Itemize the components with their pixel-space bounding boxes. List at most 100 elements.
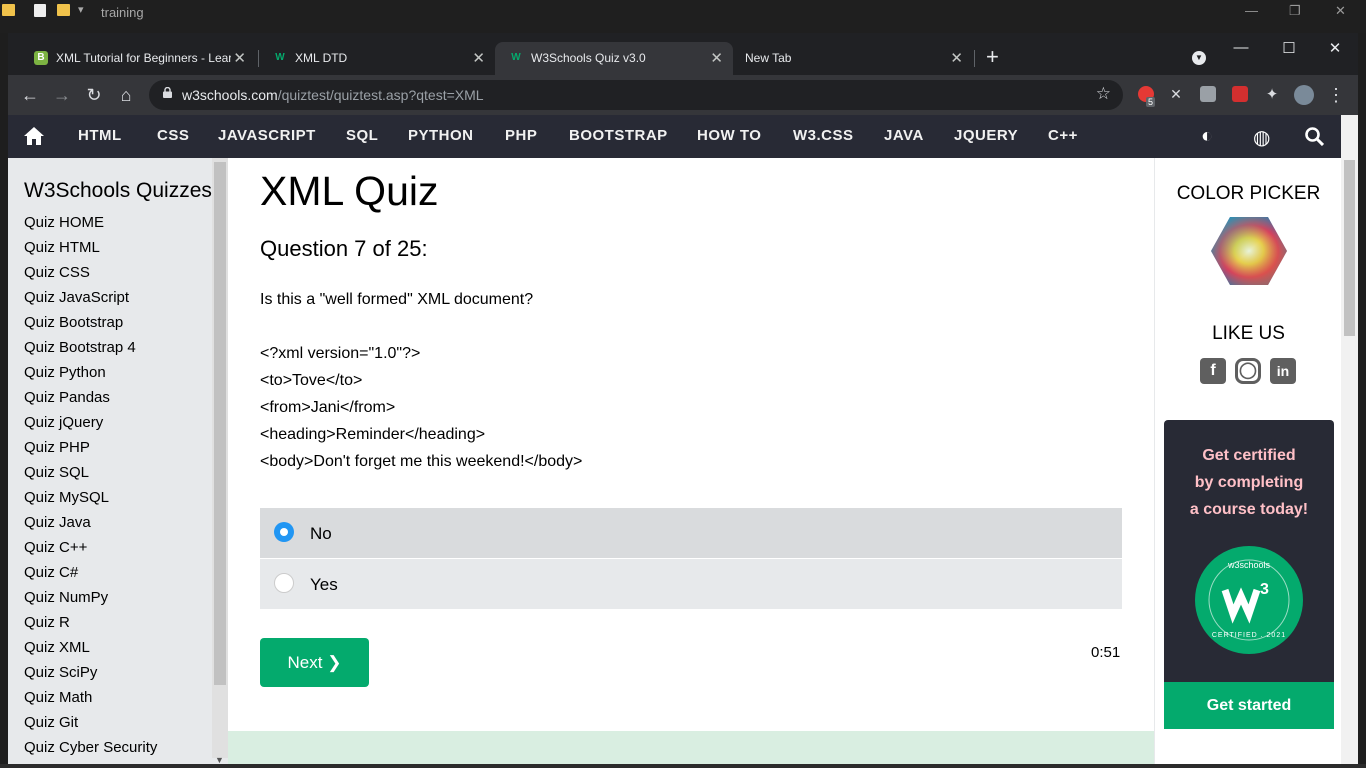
sidebar-item-quiz-css[interactable]: Quiz CSS [24,264,90,281]
nav-w3css[interactable]: W3.CSS [793,127,854,144]
globe-icon[interactable]: ◍ [1253,125,1270,150]
sidebar-item-quiz-bootstrap[interactable]: Quiz Bootstrap [24,314,123,331]
video-extension-icon[interactable] [1232,86,1248,102]
address-bar[interactable]: w3schools.com/quiztest/quiztest.asp?qtes… [149,80,1123,110]
next-button[interactable]: Next ❯ [260,638,369,687]
nav-python[interactable]: PYTHON [408,127,474,144]
sidebar-item-quiz-html[interactable]: Quiz HTML [24,239,100,256]
tab-label: New Tab [745,51,792,65]
extensions-puzzle-icon[interactable]: ✦ [1260,83,1284,107]
forward-icon[interactable]: → [50,83,74,107]
sidebar-item-quiz-home[interactable]: Quiz HOME [24,214,104,231]
sidebar-item-quiz-xml[interactable]: Quiz XML [24,639,90,656]
linkedin-icon[interactable]: in [1270,358,1296,384]
browser-toolbar: ← → ↻ ⌂ w3schools.com/quiztest/quiztest.… [8,75,1358,115]
nav-javascript[interactable]: JAVASCRIPT [218,127,316,144]
window-title: training [101,5,144,20]
instagram-icon[interactable]: ◯ [1235,358,1261,384]
menu-icon[interactable]: ⋮ [1324,83,1348,107]
sidebar-item-quiz-python[interactable]: Quiz Python [24,364,106,381]
extension-icon[interactable] [1200,86,1216,102]
sidebar-item-quiz-scipy[interactable]: Quiz SciPy [24,664,97,681]
reload-icon[interactable]: ↻ [82,83,106,107]
sidebar-item-quiz-php[interactable]: Quiz PHP [24,439,90,456]
home-icon[interactable] [24,127,44,145]
close-tab-icon[interactable]: ✕ [472,49,485,67]
sidebar-item-quiz-cpp[interactable]: Quiz C++ [24,539,87,556]
close-window-icon[interactable]: ✕ [1320,39,1350,57]
sidebar-item-quiz-jquery[interactable]: Quiz jQuery [24,414,103,431]
facebook-icon[interactable]: f [1200,358,1226,384]
radio-button[interactable] [274,573,294,593]
nav-sql[interactable]: SQL [346,127,378,144]
search-icon[interactable] [1305,127,1324,146]
dark-mode-icon[interactable]: ◐ [1201,125,1213,148]
nav-css[interactable]: CSS [157,127,189,144]
get-started-button[interactable]: Get started [1164,682,1334,729]
sidebar-scrollbar-thumb[interactable] [214,162,226,685]
minimize-icon[interactable]: — [1226,39,1256,56]
maximize-icon[interactable]: ☐ [1274,39,1304,57]
sidebar-item-quiz-csharp[interactable]: Quiz C# [24,564,78,581]
restore-icon[interactable]: ❐ [1289,3,1301,19]
nav-bootstrap[interactable]: BOOTSTRAP [569,127,668,144]
folder-icon [2,4,15,16]
quick-access-dropdown-icon[interactable]: ▾ [78,3,84,16]
sidebar-item-quiz-r[interactable]: Quiz R [24,614,70,631]
sidebar-item-quiz-sql[interactable]: Quiz SQL [24,464,89,481]
tab-xml-tutorial[interactable]: B XML Tutorial for Beginners - Lear ✕ [20,42,256,75]
tab-search-icon[interactable]: ▼ [1192,51,1206,65]
nav-html[interactable]: HTML [78,127,122,144]
home-icon[interactable]: ⌂ [114,83,138,107]
nav-java[interactable]: JAVA [884,127,924,144]
sidebar-item-quiz-javascript[interactable]: Quiz JavaScript [24,289,129,306]
w3-topnav: HTML CSS JAVASCRIPT SQL PYTHON PHP BOOTS… [8,115,1341,158]
nav-php[interactable]: PHP [505,127,537,144]
sidebar-item-quiz-mysql[interactable]: Quiz MySQL [24,489,109,506]
url-text[interactable]: w3schools.com/quiztest/quiztest.asp?qtes… [182,87,484,103]
answer-option-no[interactable]: No [260,508,1122,558]
back-icon[interactable]: ← [18,83,42,107]
sidebar-item-quiz-git[interactable]: Quiz Git [24,714,78,731]
new-folder-icon[interactable] [57,4,70,16]
new-tab-button[interactable]: + [986,44,999,70]
color-picker-icon[interactable] [1210,216,1288,286]
lock-icon[interactable] [163,87,172,98]
tab-favicon: W [275,52,285,63]
sidebar-title: W3Schools Quizzes [24,179,212,202]
tab-label: W3Schools Quiz v3.0 [531,51,646,65]
sidebar-scrollbar[interactable]: ▼ [212,158,228,765]
tab-w3schools-quiz[interactable]: W W3Schools Quiz v3.0 ✕ [495,42,733,75]
sidebar-item-quiz-java[interactable]: Quiz Java [24,514,91,531]
tab-xml-dtd[interactable]: W XML DTD ✕ [259,42,495,75]
radio-button-selected[interactable] [274,522,294,542]
sidebar-item-quiz-bootstrap4[interactable]: Quiz Bootstrap 4 [24,339,136,356]
nav-jquery[interactable]: JQUERY [954,127,1018,144]
footer-banner [228,731,1154,768]
color-picker-heading: COLOR PICKER [1176,183,1321,204]
bookmark-star-icon[interactable]: ☆ [1096,84,1111,104]
nav-cpp[interactable]: C++ [1048,127,1078,144]
extension-badge: 5 [1146,97,1156,107]
sidebar-item-quiz-cyber-security[interactable]: Quiz Cyber Security [24,739,157,756]
sidebar-item-quiz-math[interactable]: Quiz Math [24,689,92,706]
profile-avatar[interactable] [1294,85,1314,105]
sidebar-item-quiz-numpy[interactable]: Quiz NumPy [24,589,108,606]
tab-new-tab[interactable]: New Tab ✕ [733,42,973,75]
close-icon[interactable]: ✕ [1335,3,1346,19]
close-tab-icon[interactable]: ✕ [950,49,963,67]
tab-label: XML Tutorial for Beginners - Lear [56,51,231,65]
page-title: XML Quiz [260,168,439,214]
minimize-icon[interactable]: — [1245,3,1258,18]
page-scrollbar-thumb[interactable] [1344,160,1355,336]
nav-howto[interactable]: HOW TO [697,127,761,144]
tab-favicon: W [511,52,521,63]
answer-option-yes[interactable]: Yes [260,559,1122,609]
close-tab-icon[interactable]: ✕ [710,49,723,67]
properties-icon[interactable] [34,4,46,17]
mute-tab-icon[interactable]: ✕ [1168,86,1184,102]
code-line: <body>Don't forget me this weekend!</bod… [260,453,583,470]
sidebar-item-quiz-pandas[interactable]: Quiz Pandas [24,389,110,406]
close-tab-icon[interactable]: ✕ [233,49,246,67]
page-scrollbar[interactable] [1341,115,1358,768]
